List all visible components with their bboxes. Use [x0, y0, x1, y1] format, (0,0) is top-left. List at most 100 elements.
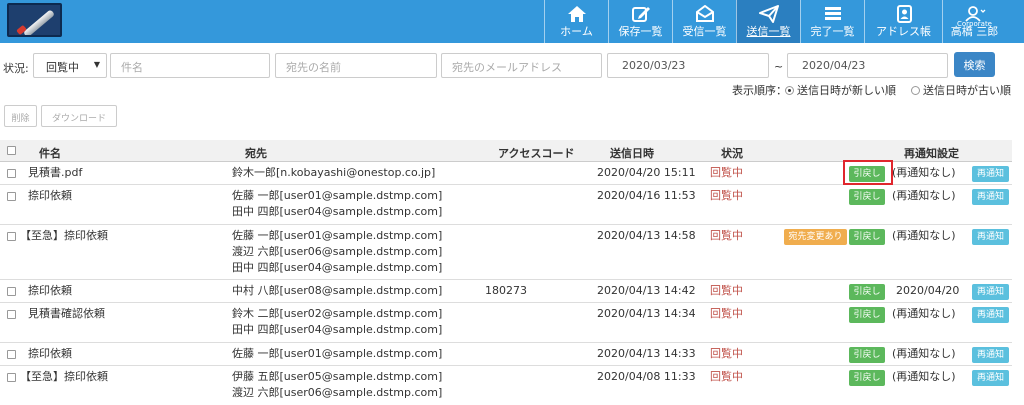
- row-sent-at: 2020/04/08 11:33: [597, 370, 696, 383]
- row-subject[interactable]: 捺印依頼: [28, 188, 72, 204]
- row-recipient: 伊藤 五郎[user05@sample.dstmp.com]: [232, 370, 443, 383]
- row-status: 回覧中: [710, 189, 743, 202]
- nav-inbox-label: 受信一覧: [682, 25, 727, 38]
- date-from-input[interactable]: 2020/03/23: [607, 53, 769, 78]
- row-recipient: 佐藤 一郎[user01@sample.dstmp.com]: [232, 189, 443, 202]
- nav-address-book[interactable]: アドレス帳: [864, 0, 942, 43]
- radio-selected-icon: [785, 86, 794, 95]
- recall-button[interactable]: 引戻し: [849, 229, 885, 245]
- header-renotify: 再通知設定: [904, 147, 959, 160]
- row-recipient: 田中 四郎[user04@sample.dstmp.com]: [232, 323, 443, 336]
- sort-oldest-radio[interactable]: 送信日時が古い順: [911, 82, 1011, 98]
- date-separator: ~: [774, 60, 784, 73]
- sort-newest-label: 送信日時が新しい順: [797, 84, 896, 97]
- row-recipient: 渡辺 六郎[user06@sample.dstmp.com]: [232, 245, 443, 258]
- delete-button[interactable]: 削除: [4, 105, 37, 127]
- row-renotify-text: (再通知なし): [892, 229, 956, 242]
- row-sent-at: 2020/04/13 14:33: [597, 347, 696, 360]
- row-checkbox[interactable]: [7, 350, 16, 359]
- nav-address-book-label: アドレス帳: [876, 25, 931, 38]
- table-row[interactable]: 捺印依頼 佐藤 一郎[user01@sample.dstmp.com] 2020…: [0, 343, 1012, 366]
- row-checkbox[interactable]: [7, 373, 16, 382]
- renotify-button[interactable]: 再通知: [972, 166, 1009, 182]
- row-subject[interactable]: 【至急】捺印依頼: [20, 228, 108, 244]
- renotify-button[interactable]: 再通知: [972, 370, 1009, 386]
- recall-button[interactable]: 引戻し: [849, 307, 885, 323]
- row-sent-at: 2020/04/13 14:58: [597, 229, 696, 242]
- row-status: 回覧中: [710, 370, 743, 383]
- download-button[interactable]: ダウンロード: [41, 105, 117, 127]
- app-logo[interactable]: [7, 3, 62, 37]
- row-checkbox[interactable]: [7, 310, 16, 319]
- nav-user-menu[interactable]: Corporate 高橋 三郎: [942, 0, 1006, 43]
- recipient-email-input[interactable]: 宛先のメールアドレス: [441, 53, 602, 78]
- row-checkbox[interactable]: [7, 192, 16, 201]
- table-row[interactable]: 【至急】捺印依頼 佐藤 一郎[user01@sample.dstmp.com] …: [0, 225, 1012, 280]
- nav-sent[interactable]: 送信一覧: [736, 0, 800, 43]
- recipient-changed-badge: 宛先変更あり: [784, 229, 847, 245]
- row-subject[interactable]: 捺印依頼: [28, 283, 72, 299]
- row-access-code: 180273: [485, 284, 527, 297]
- nav-home[interactable]: ホーム: [544, 0, 608, 43]
- search-button[interactable]: 検索: [954, 52, 995, 77]
- inbox-icon: [695, 5, 714, 22]
- paper-plane-icon: [758, 5, 779, 23]
- nav-saved[interactable]: 保存一覧: [608, 0, 672, 43]
- subject-input[interactable]: 件名: [110, 53, 270, 78]
- header-subject: 件名: [39, 147, 61, 160]
- row-renotify-text: (再通知なし): [892, 307, 956, 320]
- recall-button[interactable]: 引戻し: [849, 347, 885, 363]
- date-to-input[interactable]: 2020/04/23: [787, 53, 948, 78]
- row-checkbox[interactable]: [7, 169, 16, 178]
- home-icon: [567, 6, 586, 22]
- sort-order-label: 表示順序：: [732, 84, 787, 97]
- row-checkbox[interactable]: [7, 287, 16, 296]
- row-subject[interactable]: 捺印依頼: [28, 346, 72, 362]
- main-nav: ホーム 保存一覧 受信一覧 送信一覧 完了一覧 アドレス帳 Corporate …: [544, 0, 1006, 43]
- row-renotify-text: (再通知なし): [892, 189, 956, 202]
- row-status: 回覧中: [710, 284, 743, 297]
- sort-newest-radio[interactable]: 送信日時が新しい順: [785, 82, 896, 98]
- row-recipient: 鈴木一郎[n.kobayashi@onestop.co.jp]: [232, 166, 436, 179]
- header-sent-at: 送信日時: [610, 147, 654, 160]
- recipient-name-input[interactable]: 宛先の名前: [275, 53, 437, 78]
- row-recipient: 鈴木 二郎[user02@sample.dstmp.com]: [232, 307, 443, 320]
- nav-sent-label: 送信一覧: [746, 25, 791, 38]
- row-subject[interactable]: 見積書確認依頼: [28, 306, 105, 322]
- row-subject[interactable]: 【至急】捺印依頼: [20, 369, 108, 385]
- header-status: 状況: [721, 147, 743, 160]
- radio-unselected-icon: [911, 86, 920, 95]
- caret-down-icon: ▼: [93, 60, 100, 69]
- renotify-button[interactable]: 再通知: [972, 347, 1009, 363]
- row-renotify-text: 2020/04/20: [896, 284, 960, 297]
- table-row[interactable]: 見積書確認依頼 鈴木 二郎[user02@sample.dstmp.com] 田…: [0, 303, 1012, 343]
- recall-button[interactable]: 引戻し: [849, 189, 885, 205]
- nav-home-label: ホーム: [560, 25, 593, 38]
- renotify-button[interactable]: 再通知: [972, 284, 1009, 300]
- status-filter-value: 回覧中: [46, 61, 79, 74]
- row-sent-at: 2020/04/16 11:53: [597, 189, 696, 202]
- row-recipient: 中村 八郎[user08@sample.dstmp.com]: [232, 284, 443, 297]
- row-subject[interactable]: 見積書.pdf: [28, 165, 82, 181]
- table-row[interactable]: 捺印依頼 佐藤 一郎[user01@sample.dstmp.com] 田中 四…: [0, 185, 1012, 225]
- header-access-code: アクセスコード: [498, 147, 575, 160]
- recall-button[interactable]: 引戻し: [849, 370, 885, 386]
- nav-inbox[interactable]: 受信一覧: [672, 0, 736, 43]
- renotify-button[interactable]: 再通知: [972, 307, 1009, 323]
- select-all-checkbox[interactable]: [7, 146, 16, 155]
- row-sent-at: 2020/04/13 14:42: [597, 284, 696, 297]
- row-recipient: 渡辺 六郎[user06@sample.dstmp.com]: [232, 386, 443, 399]
- nav-completed[interactable]: 完了一覧: [800, 0, 864, 43]
- table-row[interactable]: 捺印依頼 中村 八郎[user08@sample.dstmp.com] 1802…: [0, 280, 1012, 303]
- header-recipient: 宛先: [245, 147, 267, 160]
- row-checkbox[interactable]: [7, 232, 16, 241]
- status-filter-select[interactable]: 回覧中 ▼: [33, 53, 107, 78]
- row-recipient: 田中 四郎[user04@sample.dstmp.com]: [232, 261, 443, 274]
- table-row[interactable]: 【至急】捺印依頼 伊藤 五郎[user05@sample.dstmp.com] …: [0, 366, 1012, 405]
- table-header: 件名 宛先 アクセスコード 送信日時 状況 再通知設定: [0, 140, 1012, 162]
- sort-oldest-label: 送信日時が古い順: [923, 84, 1011, 97]
- recall-button[interactable]: 引戻し: [849, 284, 885, 300]
- renotify-button[interactable]: 再通知: [972, 189, 1009, 205]
- renotify-button[interactable]: 再通知: [972, 229, 1009, 245]
- row-renotify-text: (再通知なし): [892, 347, 956, 360]
